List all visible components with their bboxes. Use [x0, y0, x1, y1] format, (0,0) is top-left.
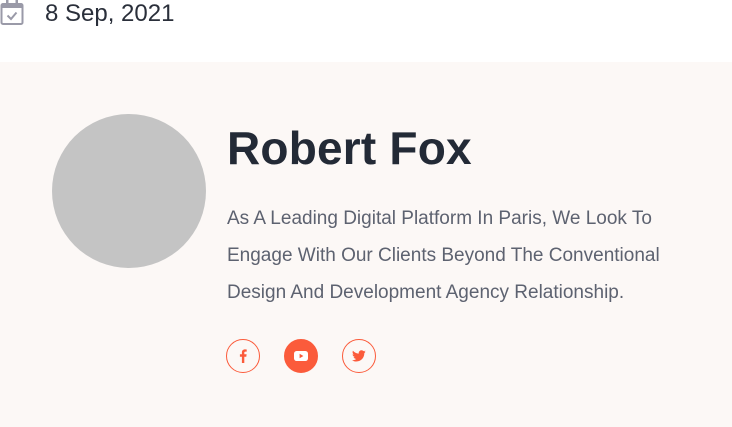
author-name: Robert Fox: [227, 122, 472, 174]
youtube-link[interactable]: [284, 339, 318, 373]
calendar-check-icon: [0, 0, 24, 26]
youtube-icon: [294, 351, 308, 361]
author-box: Robert Fox As A Leading Digital Platform…: [0, 62, 732, 427]
facebook-icon: [238, 349, 248, 363]
author-social-links: [226, 339, 376, 373]
twitter-link[interactable]: [342, 339, 376, 373]
facebook-link[interactable]: [226, 339, 260, 373]
post-date: 8 Sep, 2021: [45, 0, 175, 27]
author-avatar: [52, 114, 206, 268]
twitter-icon: [352, 350, 366, 362]
author-bio: As A Leading Digital Platform In Paris, …: [227, 208, 660, 303]
